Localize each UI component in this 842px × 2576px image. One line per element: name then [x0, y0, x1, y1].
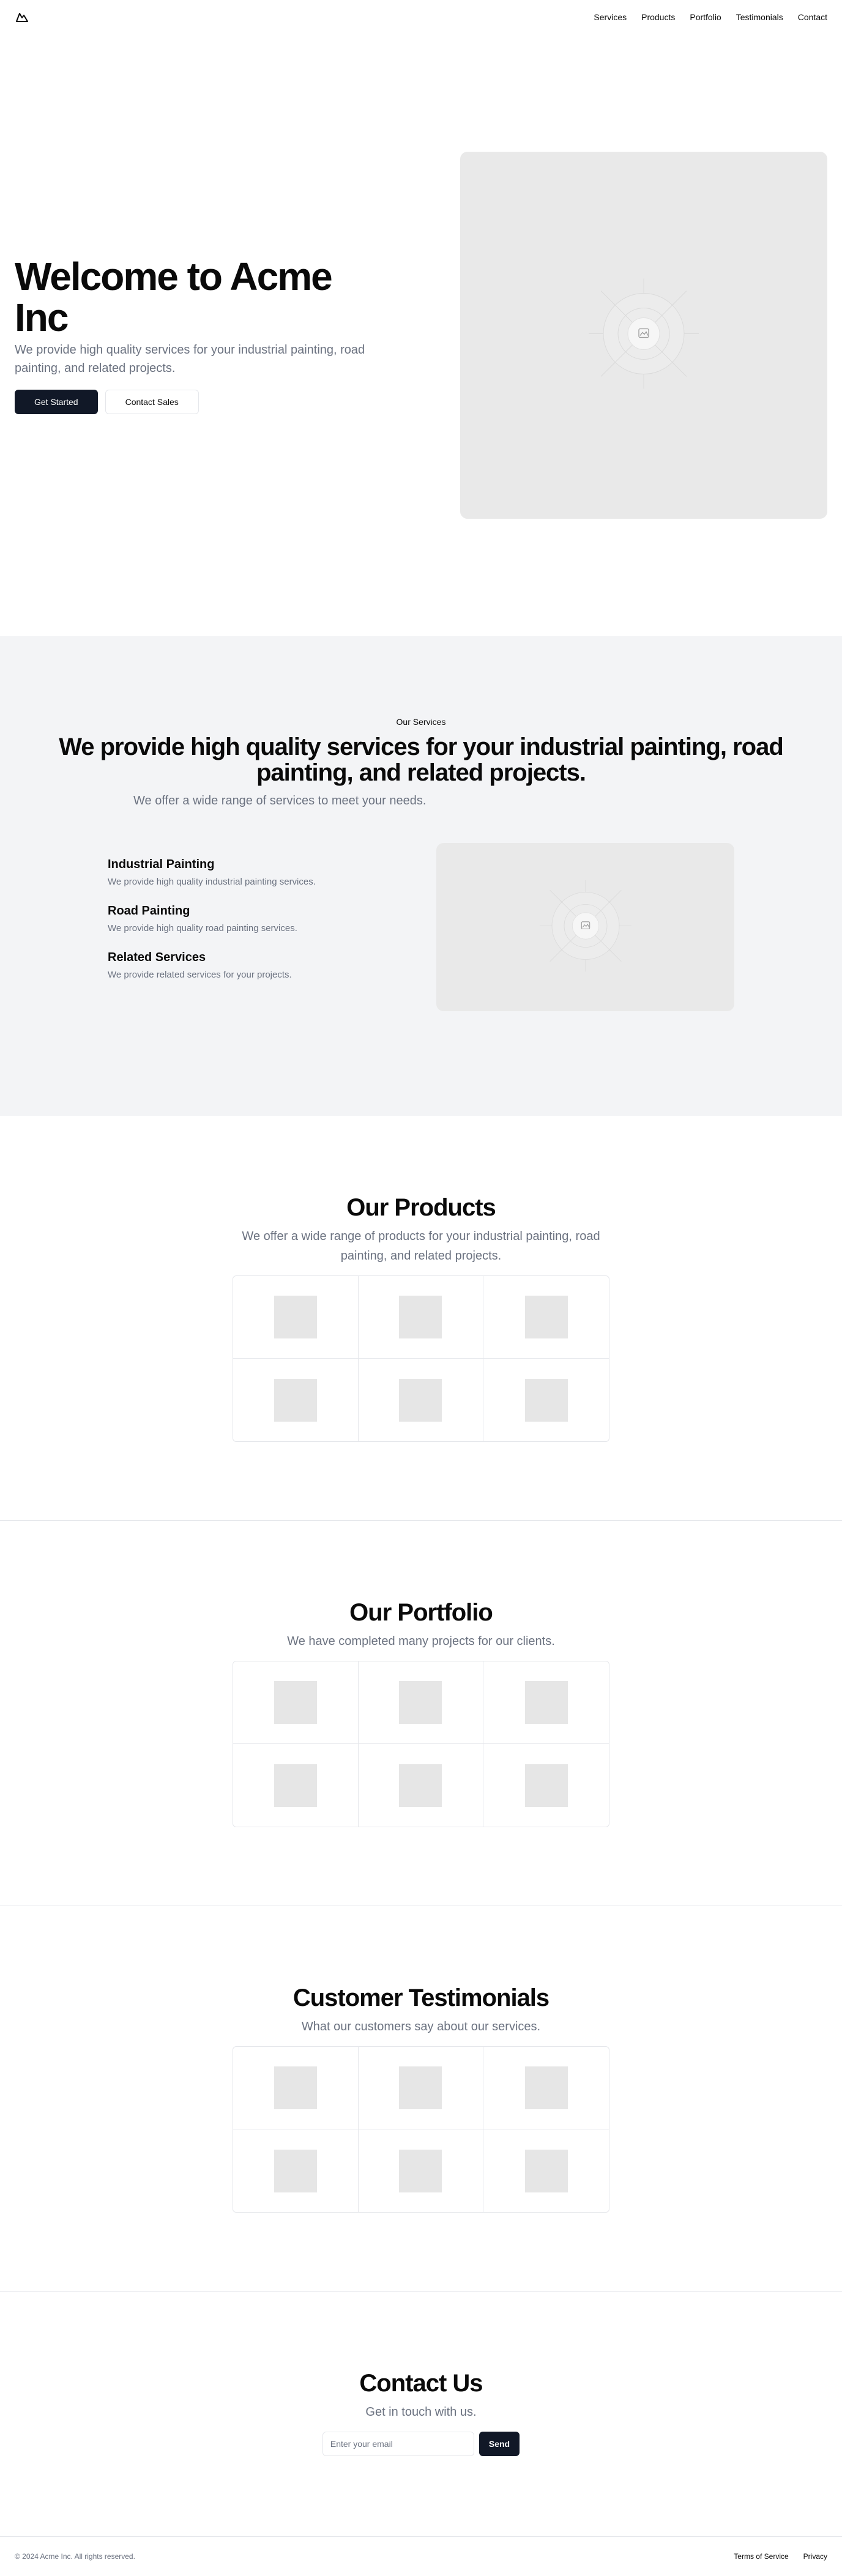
products-grid: [233, 1275, 609, 1442]
product-image: [524, 1378, 568, 1422]
testimonial-cell[interactable]: [483, 2129, 609, 2212]
contact-section: Contact Us Get in touch with us. Send: [0, 2292, 842, 2536]
products-subtitle: We offer a wide range of products for yo…: [242, 1230, 600, 1263]
services-list: Industrial Painting We provide high qual…: [108, 858, 365, 997]
service-title: Industrial Painting: [108, 857, 215, 871]
portfolio-image: [274, 1681, 317, 1724]
hero-buttons: Get Started Contact Sales: [15, 390, 382, 415]
product-image: [274, 1378, 317, 1422]
portfolio-image: [274, 1764, 317, 1807]
portfolio-cell[interactable]: [483, 1661, 609, 1744]
services-eyebrow: Our Services: [396, 717, 446, 727]
nav-link-testimonials[interactable]: Testimonials: [736, 12, 783, 22]
contact-sales-button[interactable]: Contact Sales: [105, 390, 199, 415]
portfolio-cell[interactable]: [359, 1744, 484, 1827]
portfolio-image: [399, 1681, 442, 1724]
terms-link[interactable]: Terms of Service: [734, 2552, 788, 2561]
testimonials-subtitle: What our customers say about our service…: [301, 2020, 541, 2033]
testimonials-section: Customer Testimonials What our customers…: [0, 1906, 842, 2292]
testimonial-cell[interactable]: [358, 2047, 484, 2129]
email-input[interactable]: [322, 2432, 474, 2456]
product-cell[interactable]: [233, 1359, 359, 1441]
image-placeholder-icon: [589, 278, 699, 392]
portfolio-cell[interactable]: [358, 1661, 484, 1744]
services-body: Industrial Painting We provide high qual…: [108, 843, 734, 1011]
testimonial-image: [524, 2149, 568, 2192]
hero-content: Welcome to Acme Inc We provide high qual…: [15, 254, 382, 415]
portfolio-image: [399, 1764, 442, 1807]
testimonial-image: [399, 2066, 442, 2109]
service-item: Related Services We provide related serv…: [108, 951, 365, 980]
footer-links: Terms of Service Privacy: [734, 2552, 827, 2561]
nav-link-contact[interactable]: Contact: [798, 12, 827, 22]
product-cell[interactable]: [359, 1359, 484, 1441]
contact-title: Contact Us: [359, 2370, 483, 2397]
testimonials-title: Customer Testimonials: [292, 1984, 550, 2011]
products-section: Our Products We offer a wide range of pr…: [0, 1116, 842, 1521]
product-image: [524, 1296, 568, 1338]
portfolio-subtitle: We have completed many projects for our …: [287, 1635, 555, 1648]
service-item: Industrial Painting We provide high qual…: [108, 858, 365, 887]
hero-title: Welcome to Acme Inc: [15, 254, 333, 340]
hero-image: [460, 152, 827, 519]
testimonial-cell[interactable]: [483, 2047, 609, 2129]
services-subtitle: We offer a wide range of services to mee…: [133, 794, 427, 807]
testimonial-image: [274, 2066, 317, 2109]
product-cell[interactable]: [358, 1276, 484, 1359]
services-image: [436, 843, 734, 1011]
portfolio-title: Our Portfolio: [349, 1599, 493, 1626]
product-image: [399, 1378, 442, 1422]
nav-link-products[interactable]: Products: [641, 12, 675, 22]
testimonial-image: [274, 2149, 317, 2192]
site-header: Services Products Portfolio Testimonials…: [0, 0, 842, 34]
portfolio-image: [524, 1681, 568, 1724]
product-cell[interactable]: [233, 1276, 359, 1359]
service-description: We provide high quality road painting se…: [108, 922, 297, 934]
portfolio-cell[interactable]: [233, 1661, 359, 1744]
product-image: [274, 1296, 317, 1338]
testimonial-cell[interactable]: [233, 2129, 359, 2212]
service-item: Road Painting We provide high quality ro…: [108, 904, 365, 934]
copyright-text: © 2024 Acme Inc. All rights reserved.: [15, 2552, 135, 2561]
privacy-link[interactable]: Privacy: [803, 2552, 827, 2561]
get-started-button[interactable]: Get Started: [15, 390, 98, 415]
image-placeholder-icon: [539, 880, 632, 974]
products-title: Our Products: [346, 1194, 496, 1221]
portfolio-cell[interactable]: [233, 1744, 359, 1827]
testimonial-cell[interactable]: [233, 2047, 359, 2129]
contact-form: Send: [0, 2432, 842, 2456]
nav-link-portfolio[interactable]: Portfolio: [690, 12, 721, 22]
testimonial-image: [399, 2149, 442, 2192]
product-image: [399, 1296, 442, 1338]
service-title: Road Painting: [108, 904, 190, 918]
testimonials-grid: [233, 2046, 609, 2213]
testimonial-image: [524, 2066, 568, 2109]
hero-subtitle: We provide high quality services for you…: [15, 343, 365, 376]
service-title: Related Services: [108, 950, 206, 964]
portfolio-grid: [233, 1661, 609, 1827]
main-nav: Services Products Portfolio Testimonials…: [594, 12, 827, 22]
portfolio-cell[interactable]: [483, 1744, 609, 1827]
service-description: We provide high quality industrial paint…: [108, 876, 316, 887]
product-cell[interactable]: [483, 1359, 609, 1441]
product-cell[interactable]: [483, 1276, 609, 1359]
nav-link-services[interactable]: Services: [594, 12, 627, 22]
service-description: We provide related services for your pro…: [108, 969, 292, 980]
portfolio-section: Our Portfolio We have completed many pro…: [0, 1521, 842, 1906]
services-section: Our Services We provide high quality ser…: [0, 636, 842, 1116]
portfolio-image: [524, 1764, 568, 1807]
testimonial-cell[interactable]: [359, 2129, 484, 2212]
services-title: We provide high quality services for you…: [59, 733, 784, 786]
hero-section: Welcome to Acme Inc We provide high qual…: [0, 34, 842, 636]
contact-subtitle: Get in touch with us.: [365, 2405, 477, 2419]
send-button[interactable]: Send: [479, 2432, 520, 2456]
mountain-icon[interactable]: [15, 10, 29, 24]
site-footer: © 2024 Acme Inc. All rights reserved. Te…: [0, 2536, 842, 2576]
